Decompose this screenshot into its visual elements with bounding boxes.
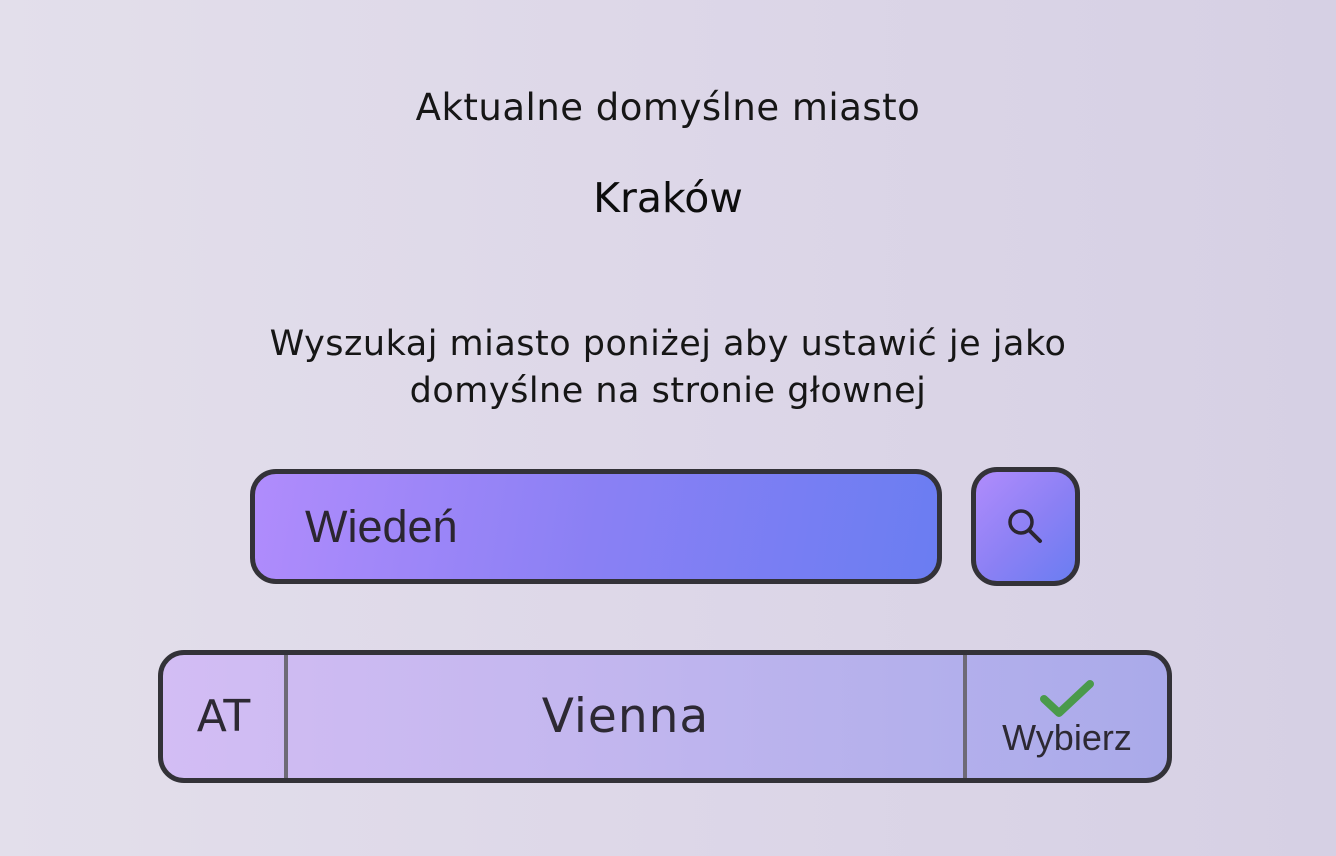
result-row: AT Vienna Wybierz bbox=[158, 650, 1172, 783]
checkmark-icon bbox=[1040, 679, 1094, 717]
search-instructions: Wyszukaj miasto poniżej aby ustawić je j… bbox=[269, 324, 1067, 411]
current-city-value: Kraków bbox=[593, 174, 743, 222]
select-city-button[interactable]: Wybierz bbox=[967, 655, 1167, 778]
city-search-input[interactable] bbox=[250, 469, 942, 584]
search-icon bbox=[1007, 508, 1042, 543]
select-button-label: Wybierz bbox=[1002, 716, 1132, 758]
result-city-name: Vienna bbox=[288, 655, 967, 778]
result-country-code: AT bbox=[163, 655, 288, 778]
search-button[interactable] bbox=[971, 467, 1080, 586]
current-city-heading: Aktualne domyślne miasto bbox=[415, 86, 921, 129]
